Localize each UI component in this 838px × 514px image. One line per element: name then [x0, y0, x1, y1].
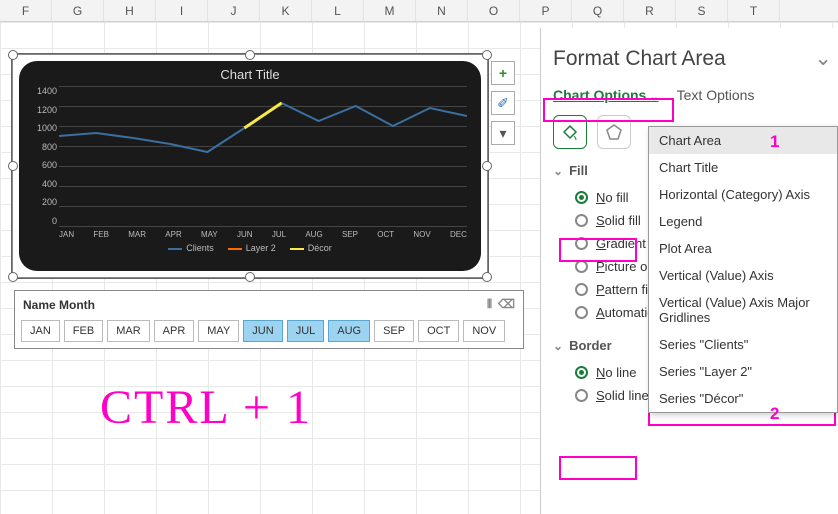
- legend[interactable]: Clients Layer 2 Décor: [27, 243, 473, 253]
- resize-handle-sw[interactable]: [8, 272, 18, 282]
- resize-handle-w[interactable]: [8, 161, 18, 171]
- col-header-Q[interactable]: Q: [572, 0, 624, 21]
- chart-styles-button[interactable]: ✐: [491, 91, 515, 115]
- filter-icon: ▾: [499, 125, 506, 142]
- chart-object[interactable]: Chart Title 0200400600800100012001400 JA…: [12, 54, 488, 278]
- slicer-items: JANFEBMARAPRMAYJUNJULAUGSEPOCTNOV: [17, 316, 521, 346]
- slicer-title: Name Month: [23, 298, 95, 312]
- col-header-G[interactable]: G: [52, 0, 104, 21]
- dropdown-item-series-clients-[interactable]: Series "Clients": [649, 331, 837, 358]
- col-header-K[interactable]: K: [260, 0, 312, 21]
- resize-handle-nw[interactable]: [8, 50, 18, 60]
- shortcut-annotation: CTRL + 1: [100, 380, 312, 435]
- chart-options-dropdown[interactable]: Chart AreaChart TitleHorizontal (Categor…: [648, 126, 838, 413]
- paint-bucket-icon: [560, 122, 580, 142]
- chart-options-tab[interactable]: Chart Options ⌄: [553, 87, 659, 103]
- slicer-item-apr[interactable]: APR: [154, 320, 195, 342]
- plus-icon: +: [499, 65, 507, 81]
- effects-tab-icon[interactable]: [597, 115, 631, 149]
- dropdown-item-vertical-value-axis-major-gridlines[interactable]: Vertical (Value) Axis Major Gridlines: [649, 289, 837, 331]
- slicer-item-oct[interactable]: OCT: [418, 320, 459, 342]
- brush-icon: ✐: [497, 95, 509, 112]
- col-header-H[interactable]: H: [104, 0, 156, 21]
- dropdown-item-series-layer-2-[interactable]: Series "Layer 2": [649, 358, 837, 385]
- pentagon-icon: [604, 122, 624, 142]
- slicer-item-may[interactable]: MAY: [198, 320, 239, 342]
- dropdown-item-plot-area[interactable]: Plot Area: [649, 235, 837, 262]
- y-axis: 0200400600800100012001400: [27, 86, 57, 226]
- slicer-clear-icon[interactable]: ⌫: [498, 297, 515, 312]
- pane-title: Format Chart Area: [553, 47, 726, 71]
- resize-handle-se[interactable]: [482, 272, 492, 282]
- plot-area[interactable]: 0200400600800100012001400: [59, 86, 467, 226]
- dropdown-item-chart-area[interactable]: Chart Area: [649, 127, 837, 154]
- pane-expand-icon[interactable]: ⌄: [814, 46, 832, 71]
- slicer-item-jun[interactable]: JUN: [243, 320, 282, 342]
- annotation-1: 1: [770, 132, 779, 152]
- chart-title[interactable]: Chart Title: [27, 67, 473, 82]
- legend-layer-2[interactable]: Layer 2: [228, 243, 276, 253]
- resize-handle-ne[interactable]: [482, 50, 492, 60]
- chart-svg: [59, 86, 467, 226]
- col-header-I[interactable]: I: [156, 0, 208, 21]
- slicer-item-jul[interactable]: JUL: [287, 320, 325, 342]
- slicer-item-mar[interactable]: MAR: [107, 320, 149, 342]
- col-header-T[interactable]: T: [728, 0, 780, 21]
- slicer-item-nov[interactable]: NOV: [463, 320, 505, 342]
- slicer-item-jan[interactable]: JAN: [21, 320, 60, 342]
- slicer-item-sep[interactable]: SEP: [374, 320, 414, 342]
- dropdown-item-horizontal-category-axis[interactable]: Horizontal (Category) Axis: [649, 181, 837, 208]
- col-header-J[interactable]: J: [208, 0, 260, 21]
- dropdown-item-vertical-value-axis[interactable]: Vertical (Value) Axis: [649, 262, 837, 289]
- x-axis: JANFEBMARAPRMAYJUNJULAUGSEPOCTNOVDEC: [59, 230, 467, 239]
- col-header-O[interactable]: O: [468, 0, 520, 21]
- dropdown-item-chart-title[interactable]: Chart Title: [649, 154, 837, 181]
- resize-handle-s[interactable]: [245, 272, 255, 282]
- col-header-P[interactable]: P: [520, 0, 572, 21]
- slicer-item-feb[interactable]: FEB: [64, 320, 103, 342]
- col-header-M[interactable]: M: [364, 0, 416, 21]
- text-options-tab[interactable]: Text Options: [677, 87, 755, 103]
- slicer-item-aug[interactable]: AUG: [328, 320, 370, 342]
- chart-filters-button[interactable]: ▾: [491, 121, 515, 145]
- fill-line-tab-icon[interactable]: [553, 115, 587, 149]
- column-headers: FGHIJKLMNOPQRST: [0, 0, 838, 22]
- legend-d-cor[interactable]: Décor: [290, 243, 332, 253]
- resize-handle-e[interactable]: [482, 161, 492, 171]
- slicer-multiselect-icon[interactable]: ⫴: [487, 297, 492, 312]
- legend-clients[interactable]: Clients: [168, 243, 214, 253]
- col-header-R[interactable]: R: [624, 0, 676, 21]
- col-header-L[interactable]: L: [312, 0, 364, 21]
- resize-handle-n[interactable]: [245, 50, 255, 60]
- col-header-S[interactable]: S: [676, 0, 728, 21]
- dropdown-item-series-d-cor-[interactable]: Series "Décor": [649, 385, 837, 412]
- chart-area[interactable]: Chart Title 0200400600800100012001400 JA…: [19, 61, 481, 271]
- chart-elements-button[interactable]: +: [491, 61, 515, 85]
- col-header-F[interactable]: F: [0, 0, 52, 21]
- col-header-N[interactable]: N: [416, 0, 468, 21]
- slicer[interactable]: Name Month ⫴ ⌫ JANFEBMARAPRMAYJUNJULAUGS…: [14, 290, 524, 349]
- annotation-2: 2: [770, 404, 779, 424]
- dropdown-item-legend[interactable]: Legend: [649, 208, 837, 235]
